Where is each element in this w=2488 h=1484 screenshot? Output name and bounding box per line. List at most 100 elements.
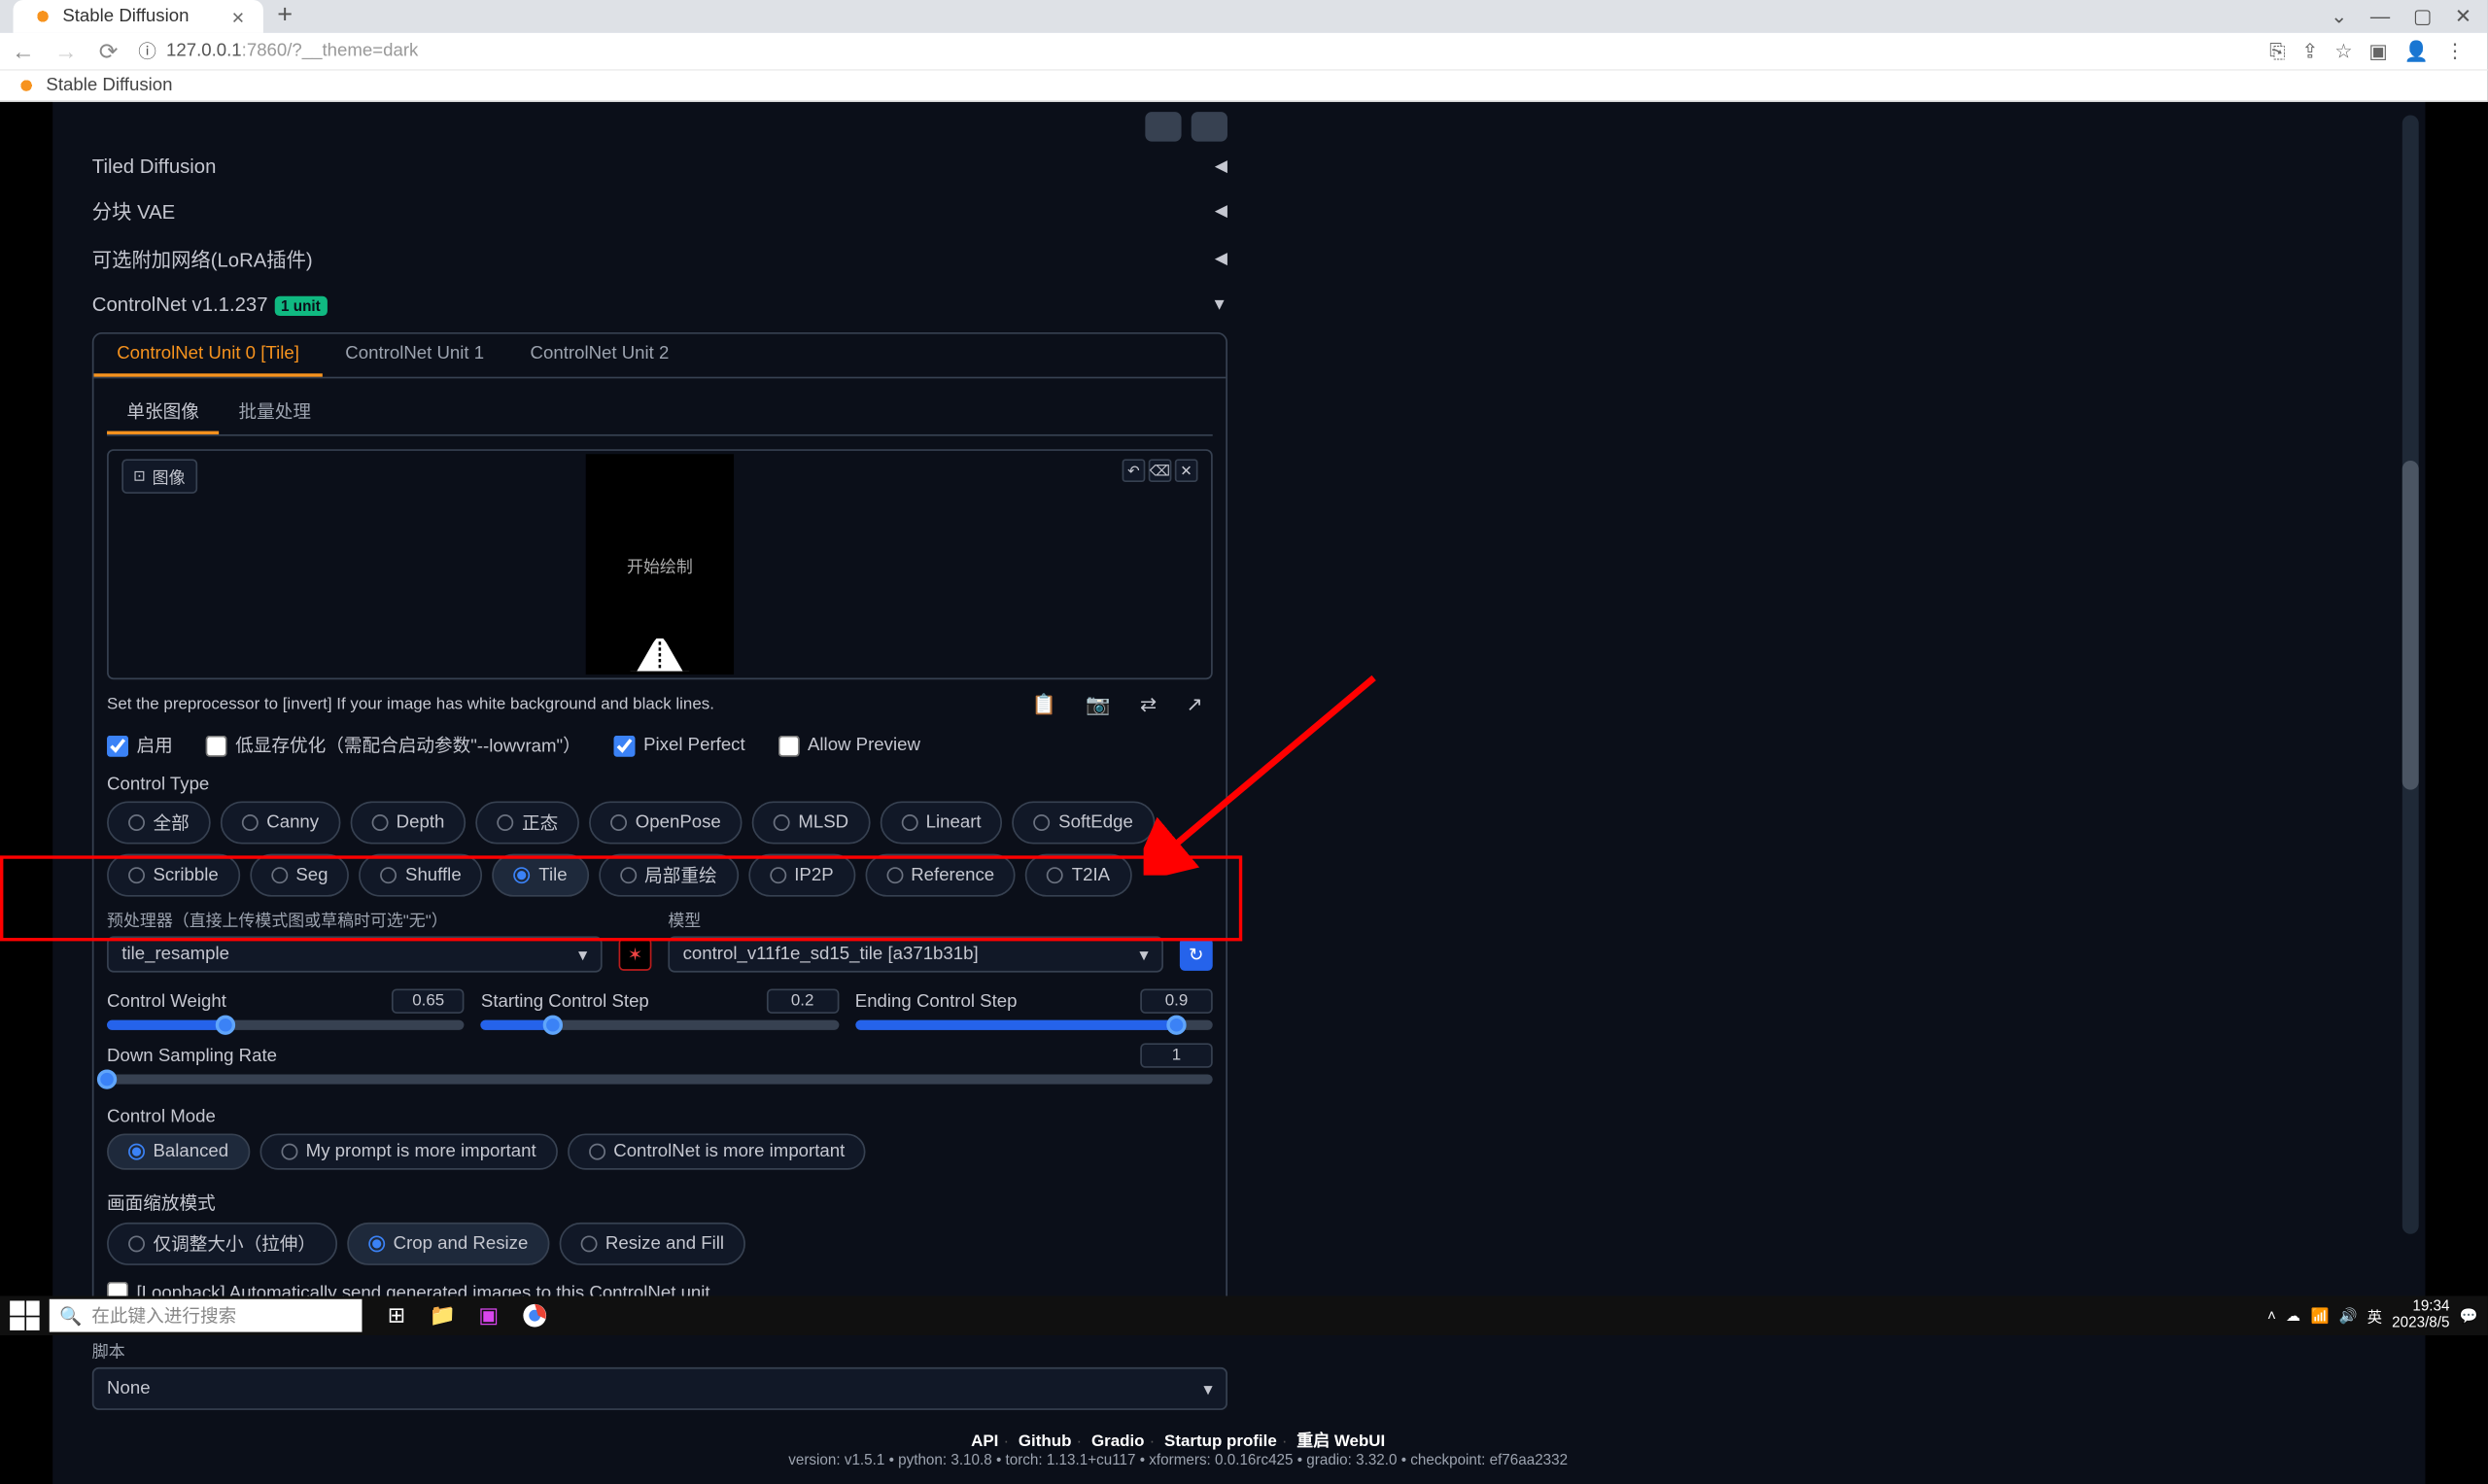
copy-icon[interactable]: 📋 [1031, 693, 1055, 716]
close-window-icon[interactable]: ✕ [2455, 5, 2471, 28]
chk-pixel-perfect[interactable]: Pixel Perfect [614, 735, 745, 756]
script-label: 脚本 [92, 1337, 1227, 1362]
control-type-reference[interactable]: Reference [865, 854, 1016, 897]
notifications-icon[interactable]: 💬 [2460, 1306, 2478, 1325]
drawing-canvas[interactable]: 开始绘制 [586, 454, 734, 674]
cn-unit-tabs: ControlNet Unit 0 [Tile] ControlNet Unit… [94, 334, 1227, 379]
collapsed-button-2[interactable] [1192, 112, 1227, 141]
model-dropdown[interactable]: control_v11f1e_sd15_tile [a371b31b]▾ [668, 936, 1163, 972]
refresh-model-button[interactable]: ↻ [1180, 938, 1213, 971]
footer-link-github[interactable]: Github [1019, 1433, 1072, 1452]
ime-indicator[interactable]: 英 [2367, 1305, 2382, 1327]
control-weight-value[interactable]: 0.65 [392, 988, 464, 1013]
address-bar[interactable]: ⓘ 127.0.0.1:7860/?__theme=dark [138, 38, 2253, 64]
accordion-tiled-vae[interactable]: 分块 VAE◀ [92, 188, 1227, 235]
footer-link-api[interactable]: API [971, 1433, 998, 1452]
explorer-icon[interactable]: 📁 [425, 1299, 461, 1332]
control-type-lineart[interactable]: Lineart [880, 801, 1002, 844]
wifi-icon[interactable]: 📶 [2310, 1306, 2329, 1325]
control-type-tile[interactable]: Tile [493, 854, 589, 897]
back-icon[interactable]: ← [10, 38, 36, 64]
control-type-softedge[interactable]: SoftEdge [1013, 801, 1155, 844]
resize-mode-option[interactable]: Resize and Fill [560, 1223, 746, 1265]
profile-icon[interactable]: 👤 [2404, 39, 2429, 63]
browser-tab-active[interactable]: Stable Diffusion × [14, 0, 264, 33]
accordion-tiled-diffusion[interactable]: Tiled Diffusion◀ [92, 145, 1227, 188]
start-step-slider[interactable] [481, 1020, 839, 1030]
control-type-正态[interactable]: 正态 [476, 801, 580, 844]
footer-link-gradio[interactable]: Gradio [1091, 1433, 1145, 1452]
control-type-t2ia[interactable]: T2IA [1025, 854, 1131, 897]
control-type-局部重绘[interactable]: 局部重绘 [599, 854, 739, 897]
clock[interactable]: 19:34 2023/8/5 [2392, 1299, 2449, 1331]
star-icon[interactable]: ☆ [2334, 39, 2352, 63]
preprocessor-dropdown[interactable]: tile_resample▾ [107, 936, 603, 972]
volume-icon[interactable]: 🔊 [2339, 1306, 2358, 1325]
task-view-icon[interactable]: ⊞ [378, 1299, 414, 1332]
down-sampling-slider[interactable] [107, 1075, 1213, 1085]
share-icon[interactable]: ⇪ [2301, 39, 2318, 63]
resize-mode-option[interactable]: Crop and Resize [347, 1223, 549, 1265]
down-sampling-value[interactable]: 1 [1140, 1043, 1212, 1067]
end-step-slider[interactable] [855, 1020, 1213, 1030]
translate-icon[interactable]: ⎘ [2269, 39, 2285, 63]
chk-lowvram[interactable]: 低显存优化（需配合启动参数"--lowvram"） [206, 732, 581, 758]
swap-icon[interactable]: ⇄ [1140, 693, 1157, 716]
tab-cn-unit-0[interactable]: ControlNet Unit 0 [Tile] [94, 334, 323, 377]
maximize-icon[interactable]: ▢ [2413, 5, 2432, 28]
control-type-全部[interactable]: 全部 [107, 801, 211, 844]
new-tab-button[interactable]: + [277, 2, 293, 31]
control-type-seg[interactable]: Seg [250, 854, 350, 897]
collapsed-button-1[interactable] [1145, 112, 1181, 141]
script-dropdown[interactable]: None▾ [92, 1367, 1227, 1410]
control-type-shuffle[interactable]: Shuffle [360, 854, 483, 897]
forward-icon[interactable]: → [52, 38, 79, 64]
run-preprocessor-button[interactable]: ✶ [619, 938, 652, 971]
menu-icon[interactable]: ⋮ [2445, 39, 2465, 63]
footer-link-startup[interactable]: Startup profile [1164, 1433, 1277, 1452]
end-step-value[interactable]: 0.9 [1140, 988, 1212, 1013]
control-mode-option[interactable]: Balanced [107, 1133, 250, 1169]
tab-cn-unit-1[interactable]: ControlNet Unit 1 [323, 334, 507, 377]
tray-up-icon[interactable]: ˄ [2267, 1307, 2276, 1324]
reload-icon[interactable]: ⟳ [95, 37, 121, 65]
control-mode-option[interactable]: My prompt is more important [259, 1133, 557, 1169]
chk-allow-preview[interactable]: Allow Preview [778, 735, 920, 756]
camera-icon[interactable]: 📷 [1086, 693, 1110, 716]
erase-icon[interactable]: ⌫ [1149, 459, 1172, 482]
footer-link-restart[interactable]: 重启 WebUI [1296, 1433, 1385, 1452]
control-type-depth[interactable]: Depth [350, 801, 466, 844]
scrollbar[interactable] [2402, 116, 2419, 1234]
scrollbar-thumb[interactable] [2402, 461, 2419, 790]
chrome-icon[interactable] [517, 1299, 553, 1332]
bookmark-item[interactable]: Stable Diffusion [46, 76, 172, 95]
subtab-batch[interactable]: 批量处理 [219, 392, 330, 434]
image-canvas-box[interactable]: ⊡图像 ↶ ⌫ ✕ 开始绘制 [107, 449, 1213, 679]
taskbar-search[interactable]: 🔍 在此键入进行搜索 [50, 1299, 363, 1332]
control-type-ip2p[interactable]: IP2P [748, 854, 855, 897]
minimize-icon[interactable]: — [2370, 5, 2390, 28]
send-icon[interactable]: ↗ [1187, 693, 1203, 716]
accordion-lora[interactable]: 可选附加网络(LoRA插件)◀ [92, 235, 1227, 283]
image-source-button[interactable]: ⊡图像 [121, 459, 196, 494]
control-mode-option[interactable]: ControlNet is more important [568, 1133, 866, 1169]
cloud-icon[interactable]: ☁ [2286, 1306, 2300, 1325]
tab-cn-unit-2[interactable]: ControlNet Unit 2 [507, 334, 692, 377]
close-icon[interactable]: × [231, 4, 244, 28]
subtab-single[interactable]: 单张图像 [107, 392, 219, 434]
undo-icon[interactable]: ↶ [1123, 459, 1146, 482]
control-weight-slider[interactable] [107, 1020, 465, 1030]
chk-enable[interactable]: 启用 [107, 732, 173, 758]
start-step-value[interactable]: 0.2 [766, 988, 838, 1013]
sidepanel-icon[interactable]: ▣ [2368, 39, 2387, 63]
chevron-down-icon[interactable]: ⌄ [2331, 5, 2347, 28]
close-canvas-icon[interactable]: ✕ [1175, 459, 1198, 482]
control-type-openpose[interactable]: OpenPose [589, 801, 742, 844]
accordion-controlnet[interactable]: ControlNet v1.1.2371 unit ▼ [92, 283, 1227, 326]
control-type-scribble[interactable]: Scribble [107, 854, 240, 897]
resize-mode-option[interactable]: 仅调整大小（拉伸） [107, 1223, 337, 1265]
control-type-mlsd[interactable]: MLSD [752, 801, 870, 844]
control-type-canny[interactable]: Canny [221, 801, 340, 844]
app-icon-1[interactable]: ▣ [470, 1299, 506, 1332]
start-button[interactable] [10, 1300, 39, 1329]
